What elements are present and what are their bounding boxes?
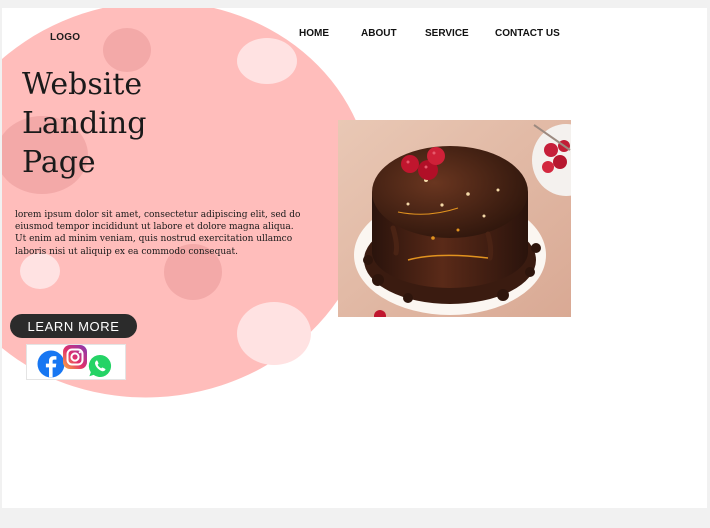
nav-contact-us[interactable]: CONTACT US — [495, 28, 560, 39]
learn-more-button[interactable]: LEARN MORE — [10, 314, 137, 338]
hero-title-line: Website — [22, 67, 143, 102]
hero-title-line: Page — [22, 145, 96, 180]
landing-page: LOGO HOME ABOUT SERVICE CONTACT US Websi… — [2, 8, 707, 508]
whatsapp-icon[interactable] — [87, 353, 113, 379]
social-links — [26, 344, 126, 380]
facebook-icon[interactable] — [37, 350, 65, 378]
hero-description: lorem ipsum dolor sit amet, consectetur … — [15, 210, 301, 257]
logo[interactable]: LOGO — [50, 32, 80, 43]
nav-about[interactable]: ABOUT — [361, 28, 397, 39]
cake-image — [338, 120, 571, 317]
instagram-icon[interactable] — [62, 344, 88, 370]
decorative-circle — [237, 38, 297, 84]
decorative-circle — [237, 302, 311, 365]
hero-title: Website Landing Page — [22, 65, 146, 182]
nav-service[interactable]: SERVICE — [425, 28, 469, 39]
hero-title-line: Landing — [22, 106, 147, 141]
nav-home[interactable]: HOME — [299, 28, 329, 39]
decorative-circle — [20, 253, 60, 289]
